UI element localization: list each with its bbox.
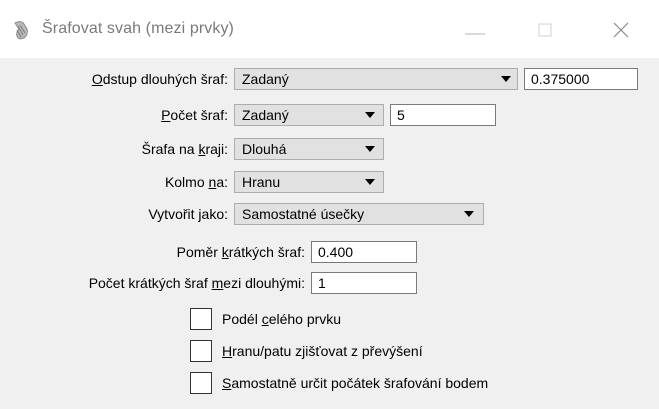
dropdown-arrow-icon <box>464 211 474 217</box>
window-title: Šrafovat svah (mezi prvky) <box>42 20 234 37</box>
maximize-button[interactable] <box>521 10 567 50</box>
create-as-select[interactable]: Samostatné úsečky <box>234 203 484 225</box>
hatch-count-select[interactable]: Zadaný <box>234 104 384 126</box>
short-count-label: Počet krátkých šraf mezi dlouhými: <box>88 275 305 291</box>
hatch-app-icon <box>12 19 32 41</box>
minimize-icon <box>465 33 485 35</box>
dropdown-arrow-icon <box>365 146 375 152</box>
title-bar: Šrafovat svah (mezi prvky) <box>0 0 659 58</box>
long-offset-select[interactable]: Zadaný <box>234 68 518 90</box>
long-offset-select-value: Zadaný <box>242 71 289 87</box>
start-point-label[interactable]: Samostatně určit počátek šrafování bodem <box>222 372 488 394</box>
hatch-count-input[interactable]: 5 <box>390 104 496 126</box>
dropdown-arrow-icon <box>501 76 511 82</box>
dropdown-arrow-icon <box>365 179 375 185</box>
start-point-checkbox[interactable] <box>190 372 212 394</box>
short-count-input[interactable]: 1 <box>311 272 417 294</box>
close-icon <box>613 22 629 38</box>
edge-hatch-label: Šrafa na kraji: <box>141 141 228 157</box>
create-as-label: Vytvořit jako: <box>148 206 228 222</box>
edge-from-elevation-label[interactable]: Hranu/patu zjišťovat z převýšení <box>222 340 423 362</box>
long-offset-label: Odstup dlouhých šraf: <box>91 71 228 87</box>
along-element-checkbox[interactable] <box>190 308 212 330</box>
long-offset-input[interactable]: 0.375000 <box>524 68 638 90</box>
perpendicular-label: Kolmo na: <box>164 174 228 190</box>
hatch-count-label: Počet šraf: <box>161 107 228 123</box>
short-ratio-label: Poměr krátkých šraf: <box>176 244 305 260</box>
maximize-icon <box>538 23 552 37</box>
short-ratio-input[interactable]: 0.400 <box>311 241 417 263</box>
edge-hatch-select[interactable]: Dlouhá <box>234 138 384 160</box>
edge-from-elevation-checkbox[interactable] <box>190 340 212 362</box>
dropdown-arrow-icon <box>365 112 375 118</box>
perpendicular-select[interactable]: Hranu <box>234 171 384 193</box>
along-element-label[interactable]: Podél celého prvku <box>222 308 341 330</box>
minimize-button[interactable] <box>452 10 498 50</box>
close-button[interactable] <box>598 10 644 50</box>
